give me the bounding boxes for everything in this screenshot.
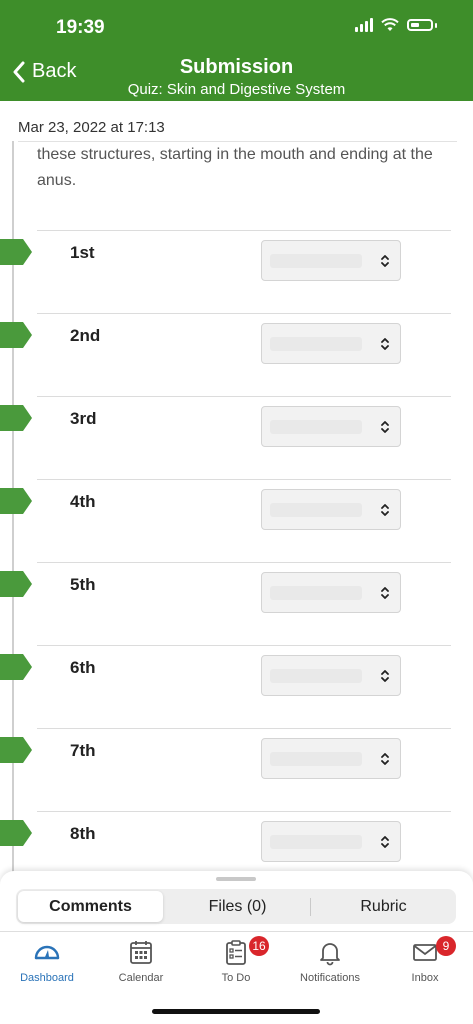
row-separator xyxy=(37,811,451,812)
row-separator xyxy=(37,728,451,729)
order-label: 4th xyxy=(70,492,96,511)
answer-row: 4th xyxy=(0,479,473,562)
tab-label: Calendar xyxy=(118,972,164,984)
chevron-updown-icon xyxy=(381,504,389,516)
tab-calendar[interactable]: Calendar xyxy=(94,938,188,984)
answer-dropdown[interactable] xyxy=(261,406,401,447)
order-label: 6th xyxy=(70,658,96,677)
todo-icon xyxy=(226,940,246,965)
selected-value-redacted xyxy=(270,503,362,517)
answer-row: 7th xyxy=(0,728,473,811)
order-label: 8th xyxy=(70,824,96,843)
correct-marker-icon xyxy=(0,239,32,265)
chevron-updown-icon xyxy=(381,753,389,765)
row-separator xyxy=(37,230,451,231)
row-separator xyxy=(37,396,451,397)
answer-row: 5th xyxy=(0,562,473,645)
answer-row: 3rd xyxy=(0,396,473,479)
selected-value-redacted xyxy=(270,420,362,434)
sheet-grabber[interactable] xyxy=(216,877,256,881)
tab-todo[interactable]: 16 To Do xyxy=(189,936,283,984)
order-label: 5th xyxy=(70,575,96,594)
answer-dropdown[interactable] xyxy=(261,821,401,862)
correct-marker-icon xyxy=(0,820,32,846)
selected-value-redacted xyxy=(270,752,362,766)
chevron-updown-icon xyxy=(381,338,389,350)
chevron-updown-icon xyxy=(381,836,389,848)
segment-files[interactable]: Files (0) xyxy=(165,891,310,922)
correct-marker-icon xyxy=(0,737,32,763)
bottom-sheet: Comments Files (0) Rubric xyxy=(0,871,473,931)
app-header: 19:39 Back Submission Quiz: Skin and Dig… xyxy=(0,0,473,101)
row-separator xyxy=(37,562,451,563)
chevron-updown-icon xyxy=(381,587,389,599)
order-label: 3rd xyxy=(70,409,97,428)
inbox-badge: 9 xyxy=(436,936,456,956)
selected-value-redacted xyxy=(270,586,362,600)
selected-value-redacted xyxy=(270,254,362,268)
wifi-icon xyxy=(381,18,399,31)
segment-rubric[interactable]: Rubric xyxy=(311,891,456,922)
row-separator xyxy=(37,645,451,646)
correct-marker-icon xyxy=(0,488,32,514)
order-label: 1st xyxy=(70,243,95,262)
answer-dropdown[interactable] xyxy=(261,240,401,281)
calendar-icon xyxy=(130,941,152,964)
chevron-updown-icon xyxy=(381,255,389,267)
inbox-icon xyxy=(413,944,437,961)
tab-inbox[interactable]: 9 Inbox xyxy=(378,936,472,984)
question-text: these structures, starting in the mouth … xyxy=(37,146,433,189)
tab-label: Inbox xyxy=(411,972,439,984)
order-label: 2nd xyxy=(70,326,101,345)
row-separator xyxy=(37,313,451,314)
submission-date: Mar 23, 2022 at 17:13 xyxy=(18,119,165,136)
status-time: 19:39 xyxy=(56,17,105,38)
chevron-updown-icon xyxy=(381,670,389,682)
answer-row: 6th xyxy=(0,645,473,728)
selected-value-redacted xyxy=(270,835,362,849)
answer-dropdown[interactable] xyxy=(261,572,401,613)
correct-marker-icon xyxy=(0,322,32,348)
tab-label: To Do xyxy=(221,972,251,984)
signal-icon xyxy=(355,18,373,32)
bell-icon xyxy=(320,943,340,966)
dashboard-icon xyxy=(34,945,60,960)
selected-value-redacted xyxy=(270,669,362,683)
answer-dropdown[interactable] xyxy=(261,489,401,530)
todo-badge: 16 xyxy=(249,936,269,956)
answer-row: 2nd xyxy=(0,313,473,396)
tab-label: Dashboard xyxy=(20,972,74,984)
tab-label: Notifications xyxy=(300,972,360,984)
segmented-control: Comments Files (0) Rubric xyxy=(16,889,456,924)
battery-icon xyxy=(407,19,433,31)
segment-comments[interactable]: Comments xyxy=(18,891,163,922)
correct-marker-icon xyxy=(0,571,32,597)
correct-marker-icon xyxy=(0,654,32,680)
page-subtitle: Quiz: Skin and Digestive System xyxy=(127,81,346,98)
home-indicator xyxy=(152,1009,320,1014)
page-title: Submission xyxy=(179,56,294,78)
tab-dashboard[interactable]: Dashboard xyxy=(0,938,94,984)
order-label: 7th xyxy=(70,741,96,760)
chevron-updown-icon xyxy=(381,421,389,433)
tab-notifications[interactable]: Notifications xyxy=(283,938,377,984)
answer-row: 1st xyxy=(0,230,473,313)
selected-value-redacted xyxy=(270,337,362,351)
answer-dropdown[interactable] xyxy=(261,738,401,779)
answer-dropdown[interactable] xyxy=(261,655,401,696)
answer-dropdown[interactable] xyxy=(261,323,401,364)
status-icons xyxy=(355,18,437,32)
correct-marker-icon xyxy=(0,405,32,431)
row-separator xyxy=(37,479,451,480)
